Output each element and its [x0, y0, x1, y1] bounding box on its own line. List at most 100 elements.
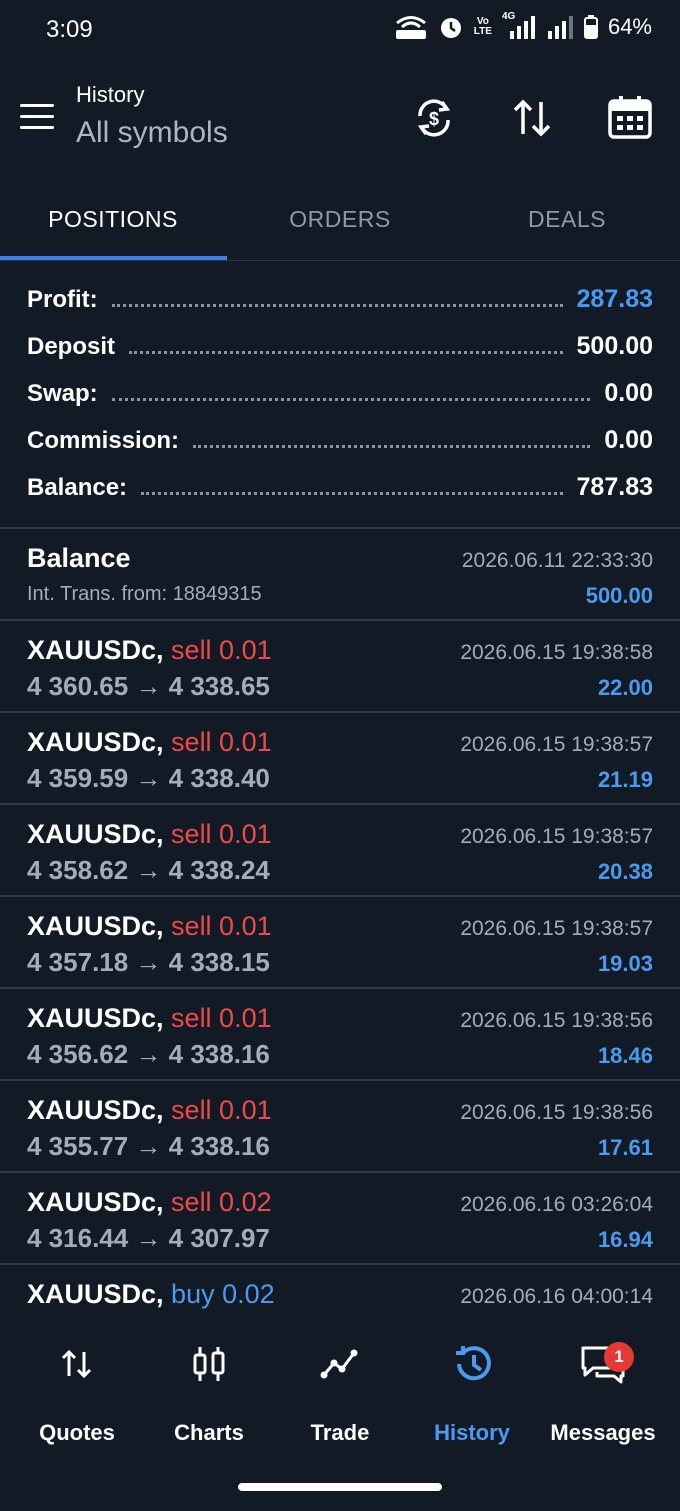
position-side: buy 0.02 — [171, 1279, 275, 1309]
calendar-button[interactable] — [604, 92, 656, 144]
summary-profit: Profit: 287.83 — [0, 276, 680, 323]
position-row[interactable]: XAUUSDc, sell 0.01 4 356.62 → 4 338.16 2… — [0, 987, 680, 1079]
nav-messages[interactable]: 1 Messages — [537, 1334, 669, 1445]
position-time: 2026.06.16 04:00:14 — [460, 1285, 653, 1308]
calendar-icon — [608, 96, 652, 139]
menu-button[interactable] — [20, 104, 56, 132]
nav-quotes[interactable]: Quotes — [11, 1334, 143, 1445]
position-symbol: XAUUSDc, — [27, 727, 164, 757]
balance-entry[interactable]: Balance Int. Trans. from: 18849315 2026.… — [0, 527, 680, 619]
position-side: sell 0.01 — [171, 911, 272, 941]
position-row[interactable]: XAUUSDc, sell 0.01 4 355.77 → 4 338.16 2… — [0, 1079, 680, 1171]
position-time: 2026.06.16 03:26:04 — [460, 1193, 653, 1216]
position-profit: 17.61 — [597, 1135, 653, 1160]
volte-label: Vo LTE — [473, 16, 492, 37]
position-side: sell 0.01 — [171, 819, 272, 849]
nav-charts[interactable]: Charts — [143, 1334, 275, 1445]
sort-button[interactable] — [506, 92, 558, 144]
signal-icon-2 — [547, 16, 573, 39]
sync-button[interactable]: $ — [408, 92, 460, 144]
entry-time: 2026.06.11 22:33:30 — [461, 549, 653, 572]
history-icon — [444, 1342, 500, 1386]
summary-value: 0.00 — [604, 426, 653, 454]
entry-amount: 500.00 — [585, 583, 653, 608]
position-title: XAUUSDc, sell 0.01 — [27, 1095, 272, 1126]
position-title: XAUUSDc, sell 0.01 — [27, 635, 272, 666]
position-prices: 4 358.62 → 4 338.24 — [27, 855, 270, 885]
summary-label: Commission: — [27, 426, 180, 454]
nav-label: Quotes — [39, 1420, 115, 1445]
battery-icon — [583, 15, 598, 39]
position-time: 2026.06.15 19:38:58 — [460, 641, 653, 664]
symbol-filter[interactable]: All symbols — [76, 116, 228, 150]
summary-value: 287.83 — [576, 285, 653, 313]
dotted-leader — [193, 445, 591, 448]
svg-text:$: $ — [429, 109, 439, 129]
summary-value: 500.00 — [576, 332, 653, 360]
position-title: XAUUSDc, sell 0.02 — [27, 1187, 272, 1218]
position-prices: 4 316.44 → 4 307.97 — [27, 1223, 270, 1253]
trade-icon — [312, 1342, 368, 1386]
position-row[interactable]: XAUUSDc, sell 0.02 4 316.44 → 4 307.97 2… — [0, 1171, 680, 1263]
summary-label: Deposit — [27, 332, 116, 360]
page-title: History — [76, 82, 145, 107]
dotted-leader — [141, 492, 563, 495]
position-symbol: XAUUSDc, — [27, 1003, 164, 1033]
position-row[interactable]: XAUUSDc, sell 0.01 4 359.59 → 4 338.40 2… — [0, 711, 680, 803]
position-symbol: XAUUSDc, — [27, 819, 164, 849]
menu-icon — [20, 104, 54, 107]
nav-history[interactable]: History — [406, 1334, 538, 1445]
dotted-leader — [129, 351, 563, 354]
nav-label: Messages — [550, 1420, 656, 1445]
currency-exchange-icon: $ — [417, 99, 451, 137]
charts-icon — [181, 1342, 237, 1386]
position-prices: 4 359.59 → 4 338.40 — [27, 763, 270, 793]
status-time: 3:09 — [46, 16, 93, 43]
summary-label: Balance: — [27, 473, 128, 501]
position-prices: 4 356.62 → 4 338.16 — [27, 1039, 270, 1069]
position-prices: 4 357.18 → 4 338.15 — [27, 947, 270, 977]
position-row[interactable]: XAUUSDc, sell 0.01 4 357.18 → 4 338.15 2… — [0, 895, 680, 987]
home-indicator[interactable] — [238, 1483, 442, 1491]
position-profit: 21.19 — [597, 767, 653, 792]
status-bar: 3:09 Vo LTE 4G 64% — [0, 0, 680, 62]
position-side: sell 0.01 — [171, 635, 272, 665]
position-symbol: XAUUSDc, — [27, 1279, 164, 1309]
tab-indicator — [0, 256, 227, 260]
tab-deals[interactable]: DEALS — [454, 180, 680, 258]
position-time: 2026.06.15 19:38:57 — [460, 825, 653, 848]
position-row[interactable]: XAUUSDc, sell 0.01 4 358.62 → 4 338.24 2… — [0, 803, 680, 895]
position-side: sell 0.02 — [171, 1187, 272, 1217]
position-title: XAUUSDc, sell 0.01 — [27, 727, 272, 758]
summary-deposit: Deposit 500.00 — [0, 323, 680, 370]
position-symbol: XAUUSDc, — [27, 635, 164, 665]
position-time: 2026.06.15 19:38:56 — [460, 1101, 653, 1124]
summary-label: Profit: — [27, 285, 98, 313]
summary-balance: Balance: 787.83 — [0, 464, 680, 511]
position-row[interactable]: XAUUSDc, sell 0.01 4 360.65 → 4 338.65 2… — [0, 619, 680, 711]
dotted-leader — [111, 398, 591, 401]
position-side: sell 0.01 — [171, 1003, 272, 1033]
bottom-navigation: Quotes Charts Trade History 1 Messages — [0, 1322, 680, 1462]
dotted-leader — [111, 304, 563, 307]
app-bar: History All symbols $ — [0, 62, 680, 180]
menu-icon-bar — [20, 126, 54, 129]
position-symbol: XAUUSDc, — [27, 911, 164, 941]
tab-positions[interactable]: POSITIONS — [0, 180, 226, 258]
nav-trade[interactable]: Trade — [274, 1334, 406, 1445]
position-profit: 20.38 — [597, 859, 653, 884]
battery-percent: 64% — [607, 14, 652, 39]
position-title: XAUUSDc, sell 0.01 — [27, 911, 272, 942]
status-icons: Vo LTE 4G 64% — [394, 11, 652, 40]
summary-value: 787.83 — [576, 473, 653, 501]
tab-orders[interactable]: ORDERS — [227, 180, 453, 258]
position-symbol: XAUUSDc, — [27, 1095, 164, 1125]
position-side: sell 0.01 — [171, 727, 272, 757]
position-side: sell 0.01 — [171, 1095, 272, 1125]
positions-list: Balance Int. Trans. from: 18849315 2026.… — [0, 527, 680, 1355]
nav-label: History — [434, 1420, 510, 1445]
position-prices: 4 360.65 → 4 338.65 — [27, 671, 270, 701]
summary-value: 0.00 — [604, 379, 653, 407]
menu-icon-bar — [20, 115, 54, 118]
alarm-icon — [440, 18, 461, 38]
